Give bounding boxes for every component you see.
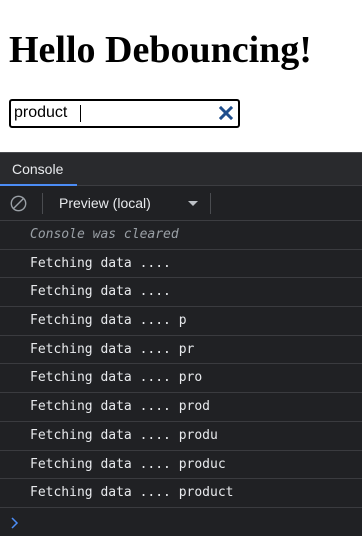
log-message: Fetching data .... produ bbox=[30, 427, 218, 443]
devtools-tabbar: Console bbox=[0, 152, 362, 187]
log-row: Fetching data .... product bbox=[0, 479, 362, 508]
log-message: Fetching data .... produc bbox=[30, 456, 226, 472]
log-message: Fetching data .... prod bbox=[30, 399, 211, 415]
text-caret bbox=[80, 105, 81, 122]
search-input[interactable] bbox=[14, 102, 210, 123]
context-selector[interactable]: Preview (local) bbox=[50, 191, 202, 216]
log-row: Fetching data .... p bbox=[0, 307, 362, 336]
log-row: Fetching data .... produ bbox=[0, 421, 362, 451]
dropdown-arrow-icon bbox=[188, 201, 198, 206]
log-row: Fetching data .... produc bbox=[0, 450, 362, 480]
devtools-panel: Console Preview (local) Console was clea… bbox=[0, 152, 362, 536]
clear-x-icon[interactable] bbox=[219, 106, 233, 120]
search-box[interactable] bbox=[9, 99, 240, 128]
toolbar-divider bbox=[42, 193, 43, 214]
log-row: Fetching data .... pr bbox=[0, 335, 362, 365]
tab-console-label: Console bbox=[12, 161, 64, 177]
console-log: Console was cleared Fetching data .... F… bbox=[0, 221, 362, 508]
log-message: Fetching data .... p bbox=[30, 313, 187, 329]
console-toolbar: Preview (local) bbox=[0, 186, 362, 221]
page-heading: Hello Debouncing! bbox=[9, 29, 312, 71]
log-message: Fetching data .... bbox=[30, 284, 171, 300]
log-row: Fetching data .... pro bbox=[0, 364, 362, 394]
clear-console-icon[interactable] bbox=[10, 195, 27, 212]
console-cleared-row: Console was cleared bbox=[0, 221, 362, 250]
console-cleared-message: Console was cleared bbox=[30, 227, 179, 242]
toolbar-divider bbox=[210, 193, 211, 214]
log-row: Fetching data .... bbox=[0, 278, 362, 308]
log-row: Fetching data .... prod bbox=[0, 393, 362, 422]
log-message: Fetching data .... product bbox=[30, 485, 234, 501]
log-message: Fetching data .... bbox=[30, 255, 171, 271]
log-row: Fetching data .... bbox=[0, 249, 362, 279]
page-content: Hello Debouncing! bbox=[0, 0, 362, 152]
console-prompt[interactable] bbox=[0, 509, 362, 536]
context-label: Preview (local) bbox=[59, 195, 151, 211]
tab-console[interactable]: Console bbox=[0, 153, 77, 187]
prompt-chevron-icon bbox=[11, 517, 19, 529]
log-message: Fetching data .... pro bbox=[30, 370, 203, 386]
log-message: Fetching data .... pr bbox=[30, 341, 195, 357]
